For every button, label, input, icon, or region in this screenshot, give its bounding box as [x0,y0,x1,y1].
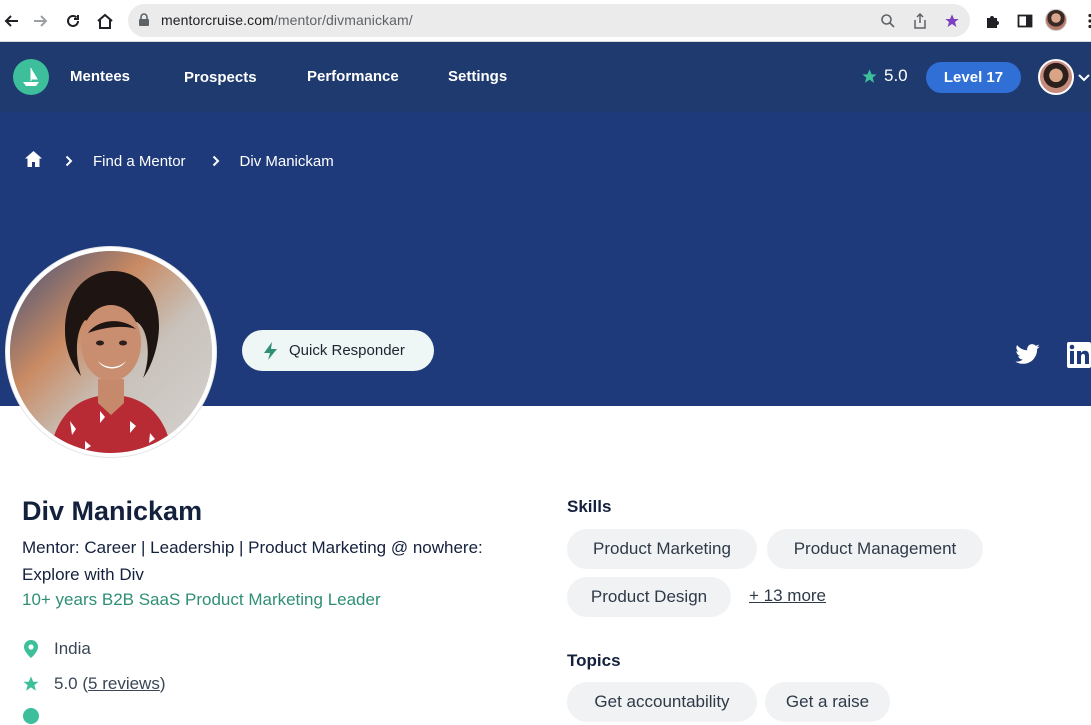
clock-icon [23,708,39,724]
mentor-headline: Mentor: Career | Leadership | Product Ma… [22,538,483,584]
browser-profile-avatar[interactable] [1045,9,1067,31]
breadcrumb-current: Div Manickam [239,152,334,170]
location-text: India [54,639,91,658]
share-icon[interactable] [910,11,930,31]
reload-icon[interactable] [61,9,85,33]
browser-chrome: mentorcruise.com/mentor/divmanickam/ [0,0,1091,42]
url-text: mentorcruise.com/mentor/divmanickam/ [161,12,413,28]
star-icon [23,676,39,691]
user-avatar[interactable] [1038,59,1074,95]
back-arrow-icon[interactable] [0,9,24,33]
location-row: India [22,639,91,659]
lightning-icon [264,341,277,360]
home-icon[interactable] [93,9,117,33]
bookmark-star-icon[interactable] [942,11,962,31]
address-bar[interactable]: mentorcruise.com/mentor/divmanickam/ [128,4,970,37]
lock-icon [138,13,150,32]
extensions-puzzle-icon[interactable] [981,9,1005,33]
skills-title: Skills [567,497,612,516]
mentor-rating[interactable]: 5.0 [861,66,908,86]
profile-rating-value: 5.0 (5 reviews) [54,674,166,693]
nav-link-performance[interactable]: Performance [307,68,399,85]
mentor-tagline: 10+ years B2B SaaS Product Marketing Lea… [22,590,381,609]
topics-title: Topics [567,651,621,670]
quick-responder-badge: Quick Responder [242,330,434,371]
star-icon [862,68,877,83]
browser-menu-icon[interactable] [1078,9,1091,33]
twitter-icon[interactable] [1014,344,1041,371]
linkedin-icon[interactable] [1067,342,1091,373]
app-navbar: Mentees Prospects Performance Settings 5… [0,42,1091,112]
skill-chip[interactable]: Product Design [567,577,731,617]
forward-arrow-icon[interactable] [28,9,52,33]
skill-chip[interactable]: Product Management [767,529,983,569]
nav-link-prospects[interactable]: Prospects [184,69,257,86]
chevron-down-icon[interactable] [1078,70,1090,88]
mentor-name: Div Manickam [22,496,203,526]
breadcrumb: Find a Mentor Div Manickam [24,150,334,172]
side-panel-icon[interactable] [1013,9,1037,33]
next-meta-row [22,707,40,725]
topic-chip[interactable]: Get accountability [567,682,757,722]
rating-row: 5.0 (5 reviews) [22,674,166,694]
more-skills-link[interactable]: + 13 more [749,586,826,606]
zoom-icon[interactable] [878,11,898,31]
quick-responder-label: Quick Responder [289,342,405,359]
chevron-right-icon [212,155,220,167]
skill-chip[interactable]: Product Marketing [567,529,757,569]
chevron-right-icon [65,155,73,167]
location-pin-icon [24,640,38,658]
nav-link-mentees[interactable]: Mentees [70,68,130,85]
level-badge[interactable]: Level 17 [926,62,1021,93]
topic-chip[interactable]: Get a raise [765,682,890,722]
mentorcruise-logo-icon[interactable] [13,59,49,95]
rating-value: 5.0 [884,66,908,85]
home-icon[interactable] [24,150,43,172]
breadcrumb-find-a-mentor[interactable]: Find a Mentor [93,153,186,170]
nav-link-settings[interactable]: Settings [448,68,507,85]
profile-photo [6,247,216,457]
reviews-link[interactable]: 5 reviews [88,674,160,693]
